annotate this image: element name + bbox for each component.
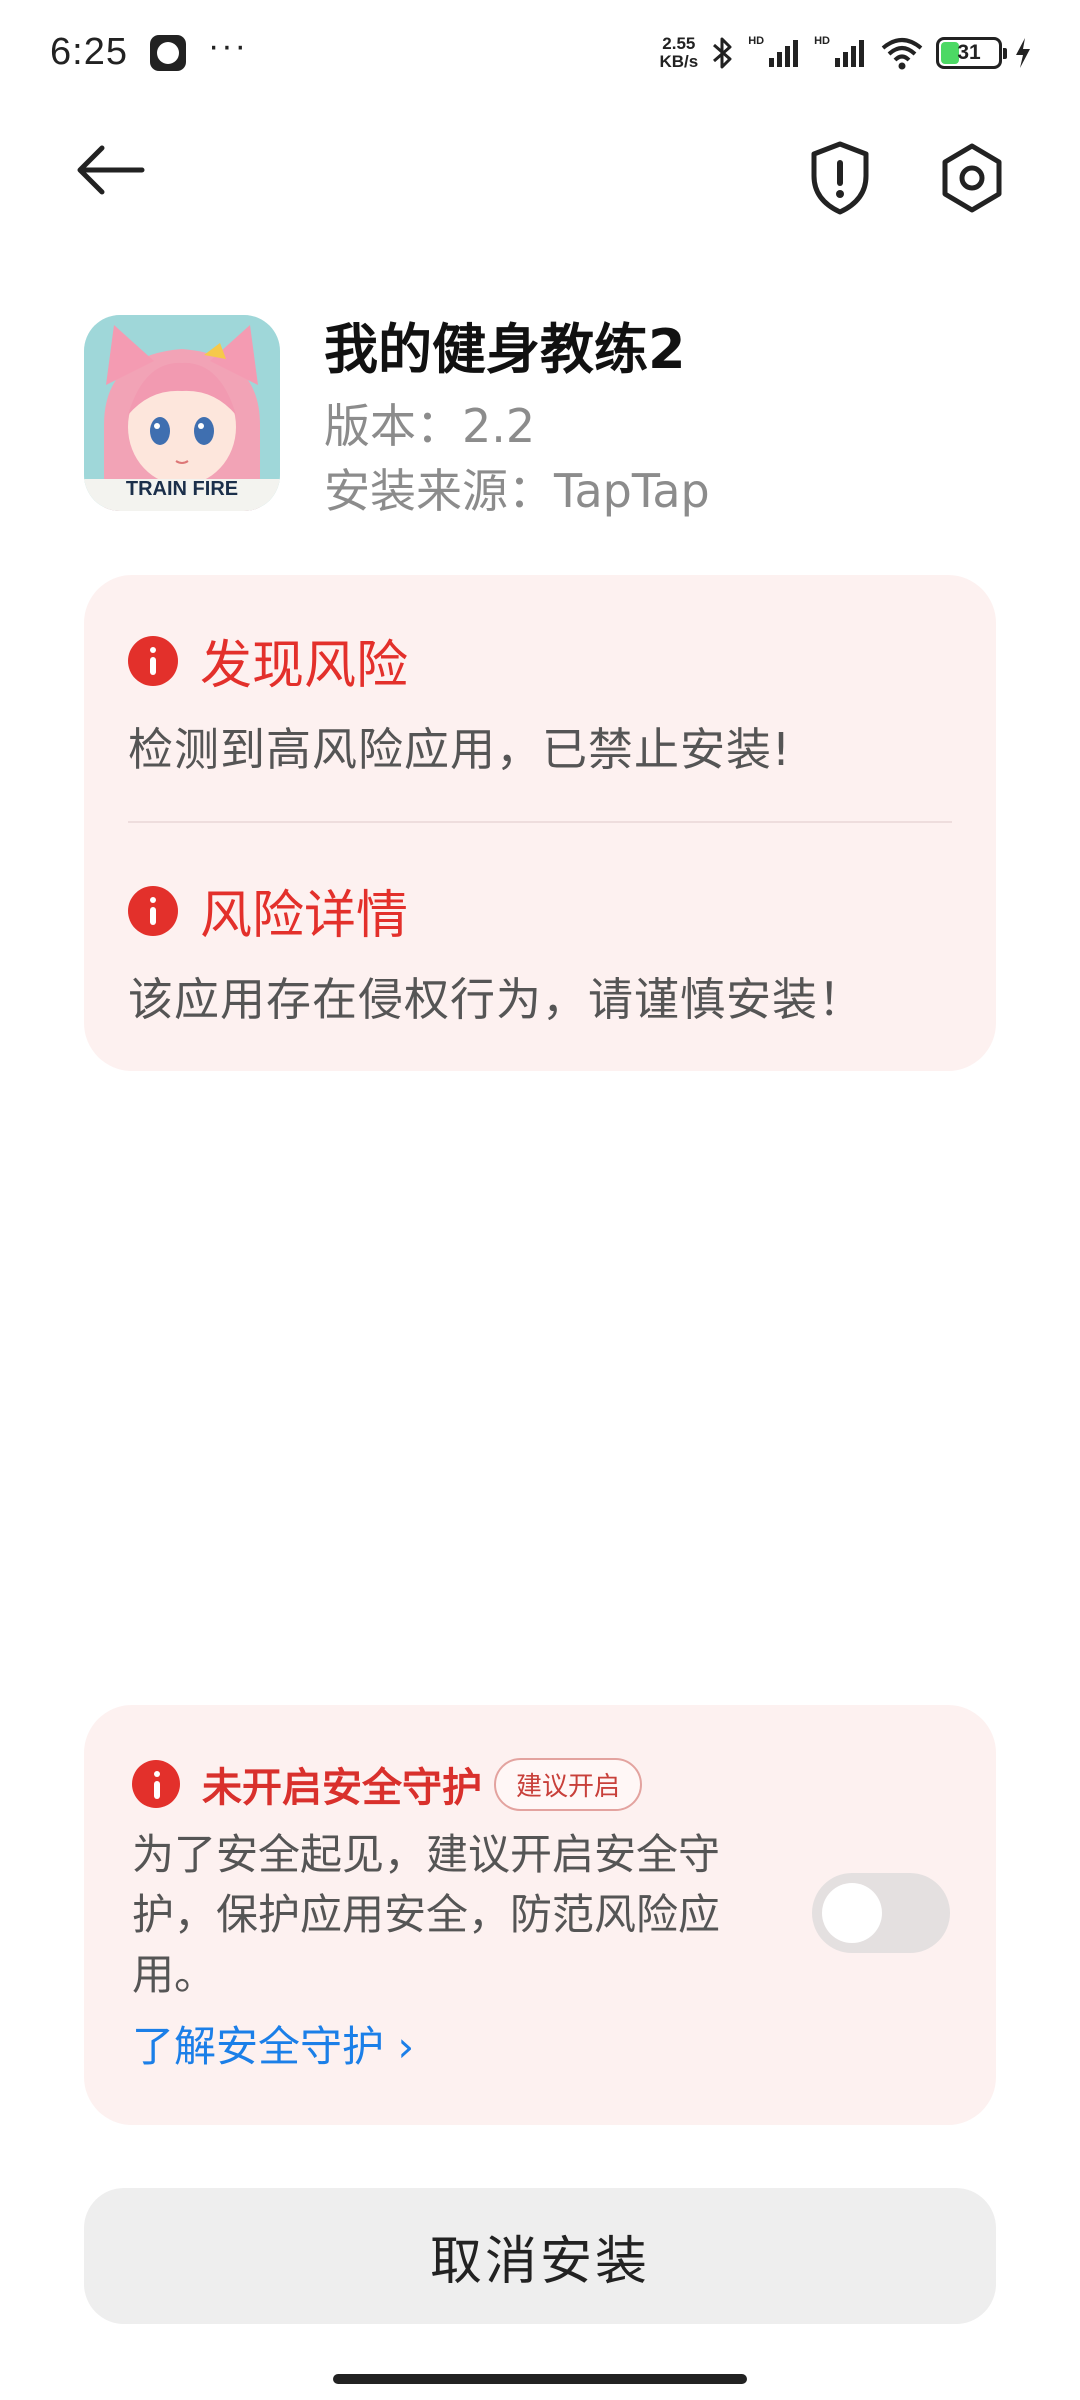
top-bar <box>0 120 1080 220</box>
chevron-right-icon: › <box>384 2022 415 2071</box>
risk-found-title: 发现风险 <box>200 636 409 696</box>
suggest-enable-badge: 建议开启 <box>494 1757 643 1811</box>
install-risk-screen: 6:25 ··· 2.55 KB/s HD HD 31 TRAIN FIRE 我… <box>0 0 1080 2400</box>
status-bar: 6:25 ··· 2.55 KB/s HD HD 31 <box>0 0 1080 105</box>
home-indicator[interactable] <box>333 2374 747 2384</box>
protection-description: 为了安全起见，建议开启安全守护，保护应用安全，防范风险应用。 <box>132 1830 721 1999</box>
protection-header: 未开启安全守护 建议开启 <box>132 1755 643 1813</box>
protection-toggle[interactable] <box>812 1873 950 1953</box>
shield-exclamation-icon <box>811 141 869 215</box>
more-notifications-icon: ··· <box>207 27 248 65</box>
bluetooth-icon <box>713 37 732 68</box>
protection-title: 未开启安全守护 <box>202 1765 482 1811</box>
wifi-icon <box>881 37 923 69</box>
risk-detail-description: 该应用存在侵权行为，请谨慎安装！ <box>128 973 865 1026</box>
toggle-knob <box>822 1883 882 1943</box>
risk-found-description: 检测到高风险应用，已禁止安装! <box>128 723 792 776</box>
hd-label-1: HD <box>748 34 765 47</box>
risk-detail-header: 风险详情 <box>128 873 408 948</box>
back-button[interactable] <box>70 138 150 202</box>
notification-app-icon <box>149 34 186 71</box>
risk-detail-title: 风险详情 <box>200 886 409 946</box>
cancel-install-button[interactable]: 取消安装 <box>84 2188 996 2324</box>
battery-level: 31 <box>957 40 981 64</box>
risk-detail-alert-icon <box>128 885 178 936</box>
protection-alert-icon <box>132 1760 180 1808</box>
learn-protection-link[interactable]: 了解安全守护 › <box>132 2013 414 2074</box>
app-install-source: 安装来源：TapTap <box>324 464 710 518</box>
settings-icon <box>942 143 1002 213</box>
learn-protection-link-label: 了解安全守护 <box>132 2022 385 2071</box>
arrow-left-icon <box>77 145 145 195</box>
battery-indicator: 31 <box>936 36 1007 69</box>
network-speed-unit: KB/s <box>659 51 699 71</box>
security-protection-card: 未开启安全守护 建议开启 为了安全起见，建议开启安全守护，保护应用安全，防范风险… <box>84 1705 996 2125</box>
charging-icon <box>1016 37 1030 68</box>
status-right: 2.55 KB/s HD HD 31 <box>659 33 1032 71</box>
signal-icon-2 <box>835 39 864 67</box>
risk-card: 发现风险 检测到高风险应用，已禁止安装! 风险详情 该应用存在侵权行为，请谨慎安… <box>84 575 996 1071</box>
network-speed-value: 2.55 <box>662 33 696 53</box>
settings-button[interactable] <box>932 138 1012 218</box>
network-speed: 2.55 KB/s <box>659 33 699 71</box>
app-name: 我的健身教练2 <box>324 318 686 381</box>
app-icon: TRAIN FIRE <box>84 315 280 511</box>
risk-found-header: 发现风险 <box>128 623 408 698</box>
signal-icon-1 <box>769 39 799 67</box>
app-icon-caption: TRAIN FIRE <box>125 478 239 500</box>
status-left: 6:25 ··· <box>50 27 248 74</box>
app-version: 版本：2.2 <box>324 399 536 453</box>
hd-label-2: HD <box>814 34 830 47</box>
risk-alert-icon <box>128 635 178 686</box>
security-shield-button[interactable] <box>800 138 880 218</box>
status-time: 6:25 <box>50 31 128 73</box>
risk-divider <box>128 821 952 823</box>
app-info: TRAIN FIRE 我的健身教练2 版本：2.2 安装来源：TapTap <box>84 305 1004 518</box>
